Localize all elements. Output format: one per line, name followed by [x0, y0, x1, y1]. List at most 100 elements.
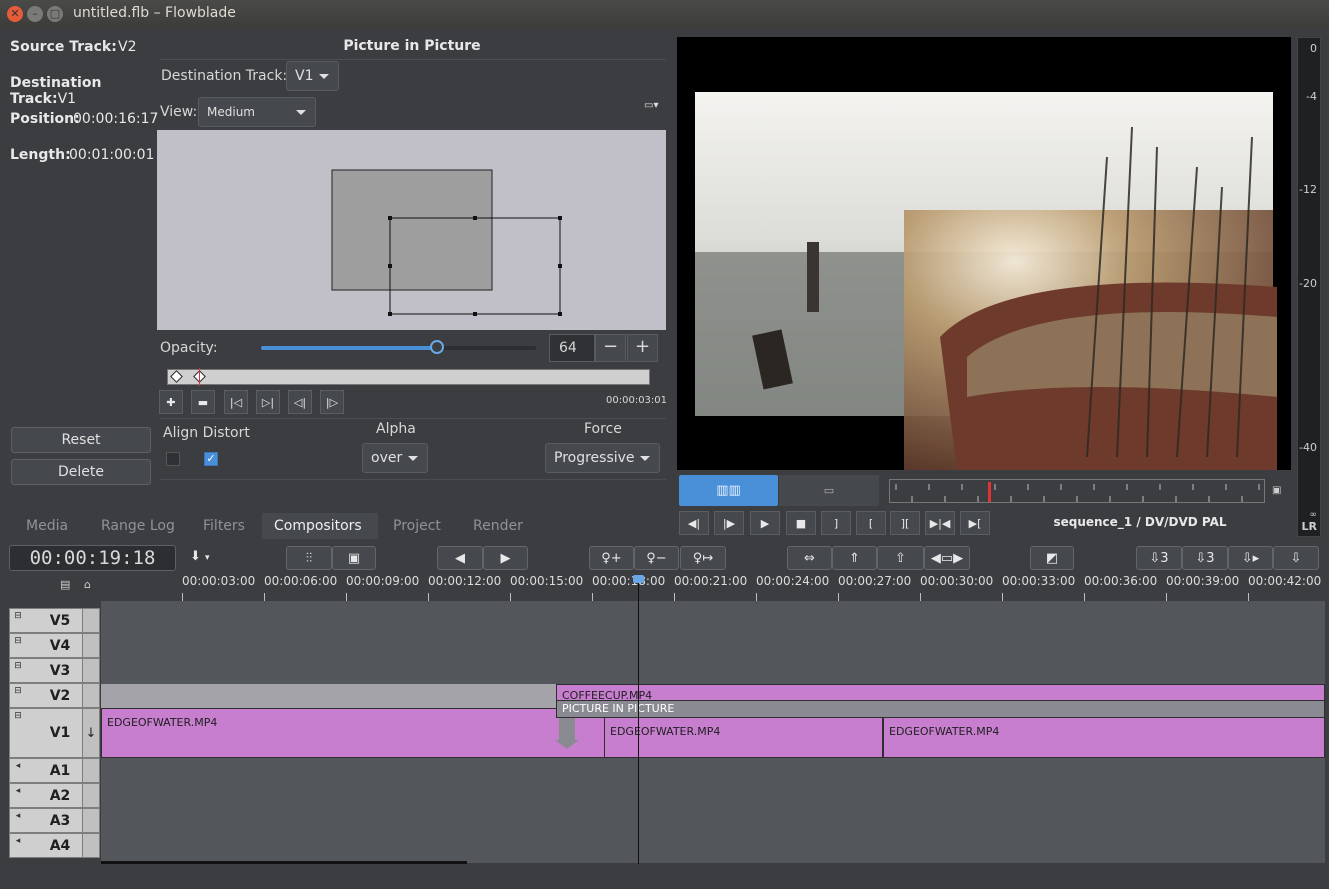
keyframe-marker[interactable]: [170, 370, 183, 383]
title-icon[interactable]: ▣: [332, 546, 376, 570]
delete-button[interactable]: Delete: [11, 459, 151, 485]
track-header-v4[interactable]: ⊟ V4: [9, 633, 100, 658]
extract-icon[interactable]: ⇧: [877, 546, 924, 570]
track-header-a3[interactable]: ◂ A3: [9, 808, 100, 833]
options-menu-icon[interactable]: ▭▾: [644, 100, 660, 114]
clip-v1-1[interactable]: EDGEOFWATER.MP4: [101, 708, 605, 758]
keyframe-playhead[interactable]: [199, 368, 200, 386]
prev-frame-icon[interactable]: ◀|: [679, 511, 709, 535]
overwrite-range-icon[interactable]: ⇩3: [1136, 546, 1182, 570]
tab-range-log[interactable]: Range Log: [89, 513, 187, 539]
prev-keyframe-icon[interactable]: ◁|: [288, 390, 312, 414]
delete-keyframe-icon[interactable]: ▬: [191, 390, 215, 414]
fit-timeline-icon[interactable]: ◩: [1030, 546, 1074, 570]
mark-out-icon[interactable]: [: [856, 511, 886, 535]
pip-editor-canvas[interactable]: [157, 130, 666, 330]
insert-range-icon[interactable]: ⇩3: [1182, 546, 1228, 570]
tab-render[interactable]: Render: [461, 513, 535, 539]
to-mark-in-icon[interactable]: ▶|◀: [925, 511, 955, 535]
playhead-handle[interactable]: [633, 575, 644, 583]
timeline-ruler[interactable]: 00:00:03:00 00:00:06:00 00:00:09:00 00:00:1…: [100, 573, 1325, 601]
distort-checkbox[interactable]: ✓: [204, 452, 218, 466]
track-lock-icon[interactable]: ⊟: [11, 611, 25, 621]
maximize-window-button[interactable]: □: [47, 6, 63, 22]
cut-icon[interactable]: ⇔: [787, 546, 832, 570]
tab-filters[interactable]: Filters: [191, 513, 257, 539]
lift-icon[interactable]: ⇑: [832, 546, 877, 570]
track-header-v3[interactable]: ⊟ V3: [9, 658, 100, 683]
to-mark-out-icon[interactable]: ▶[: [960, 511, 990, 535]
track-header-v2[interactable]: ⊟ V2: [9, 683, 100, 708]
alpha-select[interactable]: over: [362, 443, 428, 473]
track-header-v5[interactable]: ⊟ V5: [9, 608, 100, 633]
opacity-slider-handle[interactable]: [430, 340, 444, 354]
timeline-playhead[interactable]: [638, 578, 639, 864]
track-end-handle[interactable]: [82, 784, 99, 807]
timeline-scrollbar[interactable]: [101, 861, 467, 864]
opacity-increase-button[interactable]: +: [627, 334, 658, 362]
track-lock-icon[interactable]: ⊟: [11, 636, 25, 646]
timeline-monitor-toggle[interactable]: ▥▥: [679, 475, 778, 506]
tab-compositors[interactable]: Compositors: [262, 513, 378, 539]
keyframe-timeline[interactable]: [167, 368, 650, 386]
mixer-icon[interactable]: ⫶⫶: [286, 546, 332, 570]
video-monitor[interactable]: [677, 37, 1291, 470]
last-keyframe-icon[interactable]: ▷|: [256, 390, 280, 414]
opacity-decrease-button[interactable]: −: [595, 334, 626, 362]
track-header-a2[interactable]: ◂ A2: [9, 783, 100, 808]
marks-icon[interactable]: ▣: [1272, 485, 1281, 496]
track-lock-icon[interactable]: ⊟: [11, 661, 25, 671]
view-select[interactable]: Medium: [198, 97, 316, 127]
tab-project[interactable]: Project: [381, 513, 453, 539]
timecode-display[interactable]: 00:00:19:18: [9, 545, 176, 571]
splice-icon[interactable]: ◀▭▶: [924, 546, 970, 570]
force-select[interactable]: Progressive: [545, 443, 660, 473]
mark-in-icon[interactable]: ]: [821, 511, 851, 535]
collapse-tracks-icon[interactable]: ▤: [60, 578, 70, 591]
track-header-a4[interactable]: ◂ A4: [9, 833, 100, 858]
clear-marks-icon[interactable]: ][: [890, 511, 920, 535]
track-end-handle[interactable]: ↓: [82, 709, 99, 757]
track-end-handle[interactable]: [82, 684, 99, 707]
timeline-track-area[interactable]: COFFEECUP.MP4 EDGEOFWATER.MP4 EDGEOFWATE…: [101, 601, 1325, 864]
play-pause-icon[interactable]: |▶: [714, 511, 744, 535]
minimize-window-button[interactable]: –: [27, 6, 43, 22]
arrow-left-icon[interactable]: ◀: [437, 546, 483, 570]
opacity-spin-value[interactable]: 64: [549, 334, 595, 362]
opacity-slider[interactable]: [261, 340, 536, 354]
edit-mode-menu[interactable]: ⬇ ▾: [190, 549, 210, 564]
dest-track-select[interactable]: V1: [286, 61, 339, 91]
next-keyframe-icon[interactable]: |▷: [320, 390, 344, 414]
play-icon[interactable]: ▶: [750, 511, 780, 535]
stop-icon[interactable]: ■: [786, 511, 816, 535]
marker-range-icon[interactable]: ♀↦: [680, 546, 726, 570]
add-keyframe-icon[interactable]: ✚: [159, 390, 183, 414]
speaker-icon[interactable]: ◂: [11, 836, 25, 846]
track-lock-icon[interactable]: ⊟: [11, 686, 25, 696]
monitor-position-bar[interactable]: [889, 479, 1265, 503]
align-checkbox[interactable]: [166, 452, 180, 466]
reset-button[interactable]: Reset: [11, 427, 151, 453]
track-end-handle[interactable]: [82, 634, 99, 657]
append-icon[interactable]: ⇩▸: [1228, 546, 1273, 570]
track-end-handle[interactable]: [82, 759, 99, 782]
track-end-handle[interactable]: [82, 609, 99, 632]
arrow-right-icon[interactable]: ▶: [483, 546, 528, 570]
track-header-a1[interactable]: ◂ A1: [9, 758, 100, 783]
speaker-icon[interactable]: ◂: [11, 761, 25, 771]
speaker-icon[interactable]: ◂: [11, 786, 25, 796]
tab-media[interactable]: Media: [14, 513, 80, 539]
add-marker-icon[interactable]: ♀+: [589, 546, 634, 570]
remove-marker-icon[interactable]: ♀−: [634, 546, 679, 570]
track-header-v1[interactable]: ⊟ V1 ↓: [9, 708, 100, 758]
track-end-handle[interactable]: [82, 834, 99, 857]
speaker-icon[interactable]: ◂: [11, 811, 25, 821]
compositor-clip[interactable]: PICTURE IN PICTURE: [556, 700, 1325, 718]
first-keyframe-icon[interactable]: |◁: [224, 390, 248, 414]
track-lock-icon[interactable]: ⊟: [11, 711, 25, 721]
pip-geometry-svg[interactable]: [157, 130, 666, 330]
position-playhead[interactable]: [988, 482, 991, 502]
overwrite-icon[interactable]: ⇩: [1273, 546, 1319, 570]
clip-monitor-toggle[interactable]: ▭: [779, 475, 879, 506]
track-end-handle[interactable]: [82, 809, 99, 832]
